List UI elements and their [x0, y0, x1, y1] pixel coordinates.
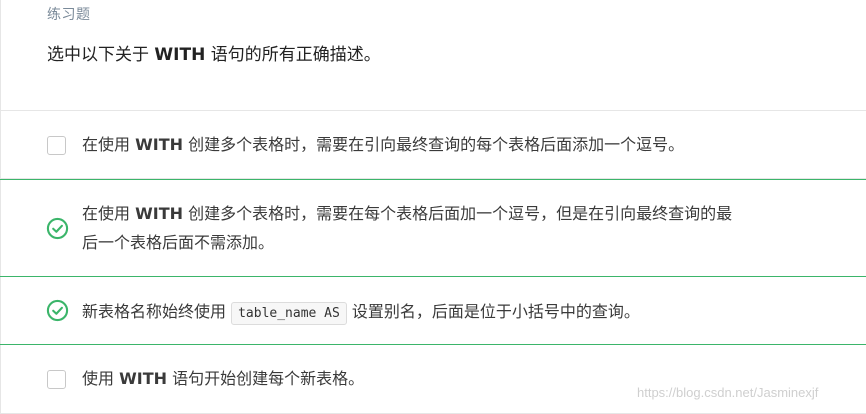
option-1[interactable]: 在使用 WITH 创建多个表格时，需要在引向最终查询的每个表格后面添加一个逗号。 — [0, 111, 866, 179]
option-text: 新表格名称始终使用 table_name AS 设置别名，后面是位于小括号中的查… — [82, 297, 640, 328]
check-circle-icon — [46, 217, 69, 240]
checkbox-icon[interactable] — [47, 136, 66, 155]
option-3[interactable]: 新表格名称始终使用 table_name AS 设置别名，后面是位于小括号中的查… — [0, 276, 866, 345]
option-text: 使用 WITH 语句开始创建每个新表格。 — [82, 369, 365, 388]
question-header: 练习题 选中以下关于 WITH 语句的所有正确描述。 — [0, 0, 866, 111]
checkbox-icon[interactable] — [47, 370, 66, 389]
watermark: https://blog.csdn.net/Jasminexjf — [637, 385, 819, 400]
option-2[interactable]: 在使用 WITH 创建多个表格时，需要在每个表格后面加一个逗号，但是在引向最终查… — [0, 179, 866, 277]
question-text: 选中以下关于 WITH 语句的所有正确描述。 — [47, 45, 381, 65]
option-text: 在使用 WITH 创建多个表格时，需要在每个表格后面加一个逗号，但是在引向最终查… — [82, 204, 733, 252]
inline-code: table_name AS — [231, 302, 347, 325]
quiz-label: 练习题 — [47, 7, 91, 23]
check-circle-icon — [46, 299, 69, 322]
option-4[interactable]: 使用 WITH 语句开始创建每个新表格。 — [0, 345, 866, 414]
option-text: 在使用 WITH 创建多个表格时，需要在引向最终查询的每个表格后面添加一个逗号。 — [82, 135, 685, 154]
